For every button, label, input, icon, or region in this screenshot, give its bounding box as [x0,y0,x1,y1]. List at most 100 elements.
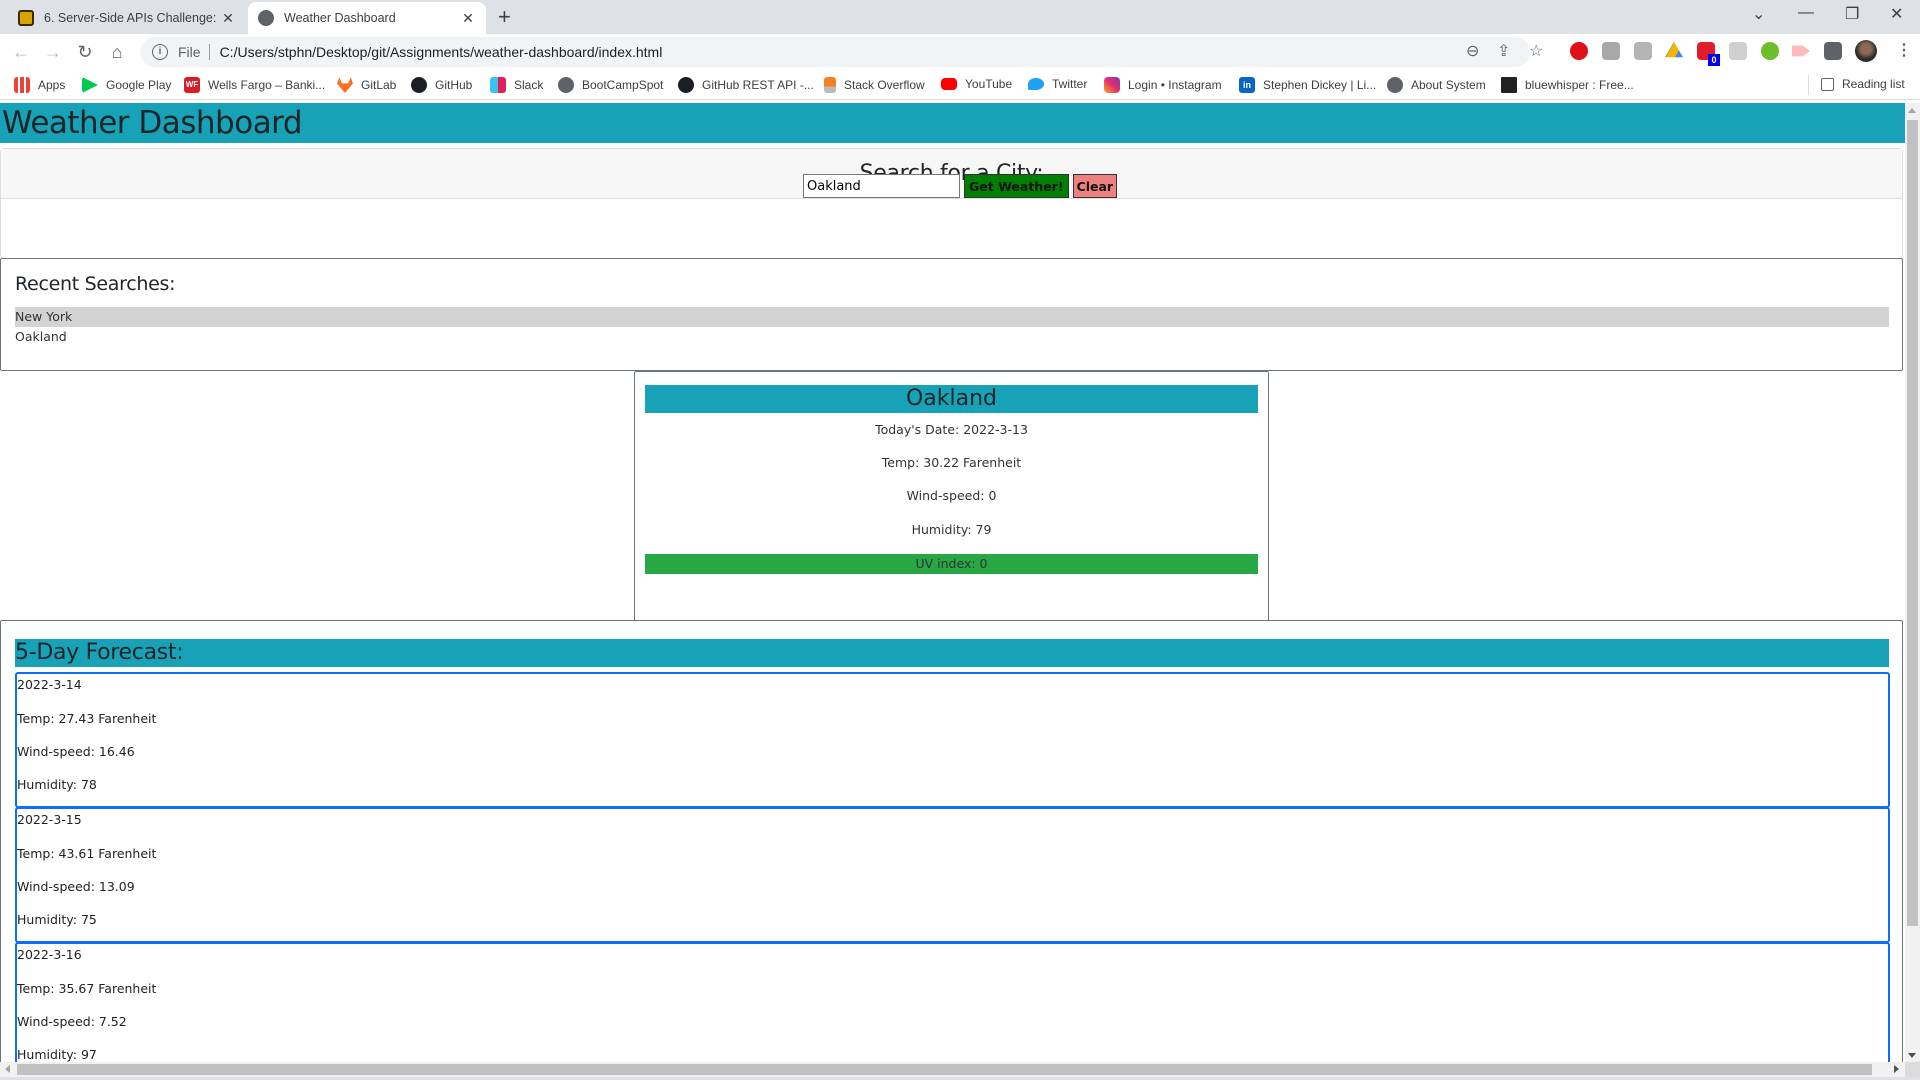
url-text[interactable]: C:/Users/stphn/Desktop/git/Assignments/w… [220,44,663,60]
current-weather-card: Oakland Today's Date: 2022-3-13 Temp: 30… [634,371,1269,621]
bookmark-linkedin[interactable]: in Stephen Dickey | Li... [1239,77,1376,93]
scroll-right-arrow-icon[interactable] [1894,1065,1899,1073]
close-window-button[interactable]: ✕ [1890,4,1903,24]
horizontal-scrollbar[interactable] [0,1062,1905,1077]
bookmark-label: GitLab [361,78,397,92]
vertical-scroll-thumb[interactable] [1907,120,1918,926]
forecast-temp: Temp: 27.43 Farenheit [17,711,157,726]
forecast-date: 2022-3-14 [17,677,82,692]
tab-title: 6. Server-Side APIs Challenge: We [44,11,220,25]
forecast-temp: Temp: 43.61 Farenheit [17,846,157,861]
restore-button[interactable]: ❐ [1845,4,1859,24]
tab-challenge[interactable]: 6. Server-Side APIs Challenge: We ✕ [8,2,246,34]
bookmark-label: Login • Instagram [1128,78,1222,92]
bookmark-label: Apps [38,78,66,92]
adblock-extension-icon[interactable] [1570,42,1588,60]
bookmark-apps[interactable]: Apps [14,77,65,93]
horizontal-scroll-thumb[interactable] [17,1064,1872,1075]
forecast-heading: 5-Day Forecast: [15,639,1889,667]
translate-extension-icon[interactable] [1602,42,1620,60]
search-card: Search for a City: [0,148,1903,259]
wells-fargo-icon: WF [184,77,200,93]
new-tab-button[interactable]: + [498,4,511,30]
reading-list-label: Reading list [1842,77,1905,91]
bookmark-instagram[interactable]: Login • Instagram [1104,77,1222,93]
globe-icon [558,77,574,93]
recent-searches-panel: Recent Searches: New York Oakland [0,258,1903,371]
chrome-menu-icon[interactable]: ⋮ [1896,40,1912,60]
scrollbar-corner [1905,1062,1920,1077]
tab-weather-dashboard[interactable]: Weather Dashboard ✕ [248,2,486,34]
site-header: Weather Dashboard [0,103,1905,143]
linkedin-icon: in [1239,77,1255,93]
tab-title: Weather Dashboard [284,11,396,25]
bookmark-stack-overflow[interactable]: Stack Overflow [824,77,925,93]
forecast-day-card: 2022-3-16 Temp: 35.67 Farenheit Wind-spe… [15,942,1890,1062]
gitlab-icon [337,77,353,93]
recent-search-item[interactable]: New York [15,307,1889,327]
bookmark-label: GitHub REST API -... [702,78,814,92]
zoom-out-icon[interactable]: ⊖ [1466,41,1479,61]
bookmark-bootcampspot[interactable]: BootCampSpot [558,77,663,93]
home-button[interactable]: ⌂ [105,40,129,64]
forecast-humidity: Humidity: 78 [17,777,97,792]
scroll-down-arrow-icon[interactable] [1908,1053,1916,1058]
url-scheme: File [178,44,210,60]
bookmark-about-system[interactable]: About System [1387,77,1486,93]
bookmark-github[interactable]: GitHub [411,77,472,93]
share-icon[interactable]: ⇪ [1497,41,1510,61]
archive-icon [1501,77,1517,93]
page-viewport: Weather Dashboard Search for a City: Get… [0,103,1905,1062]
reload-button[interactable]: ↻ [73,40,97,64]
browser-toolbar: ← → ↻ ⌂ i File C:/Users/stphn/Desktop/gi… [0,34,1920,70]
close-tab-icon[interactable]: ✕ [220,10,236,27]
close-tab-icon[interactable]: ✕ [460,10,476,27]
info-icon[interactable]: i [152,44,168,60]
actions-extension-icon[interactable] [1729,42,1747,60]
search-form: Get Weather! Clear [803,174,1118,198]
address-bar[interactable]: i File C:/Users/stphn/Desktop/git/Assign… [140,37,1530,67]
bookmark-bluewhisper[interactable]: bluewhisper : Free... [1501,77,1634,93]
bookmarks-divider [1808,75,1809,95]
google-drive-extension-icon[interactable] [1665,42,1683,58]
bookmark-gitlab[interactable]: GitLab [337,77,396,93]
bookmark-youtube[interactable]: YouTube [941,77,1012,91]
forecast-temp: Temp: 35.67 Farenheit [17,981,157,996]
profile-avatar[interactable] [1855,40,1877,62]
bookmark-slack[interactable]: Slack [490,77,543,93]
extension-badge: 0 [1708,54,1720,66]
tab-search-chevron-icon[interactable]: ⌄ [1752,4,1765,24]
bookmark-github-rest-api[interactable]: GitHub REST API -... [678,77,814,93]
hypothesis-extension-icon[interactable] [1634,42,1652,60]
bookmark-label: Stephen Dickey | Li... [1263,78,1377,92]
current-humidity: Humidity: 79 [911,522,992,537]
youtube-icon [941,78,957,90]
screencast-extension-icon[interactable] [1792,45,1810,57]
forecast-day-card: 2022-3-14 Temp: 27.43 Farenheit Wind-spe… [15,672,1890,808]
scroll-up-arrow-icon[interactable] [1908,108,1916,113]
get-weather-button[interactable]: Get Weather! [964,174,1069,198]
grammarly-extension-icon[interactable] [1761,42,1779,60]
recent-search-item[interactable]: Oakland [15,327,1889,347]
bookmark-label: About System [1411,78,1486,92]
scroll-left-arrow-icon[interactable] [5,1065,10,1073]
back-button[interactable]: ← [9,40,33,64]
forward-button[interactable]: → [41,40,65,64]
bookmark-label: bluewhisper : Free... [1525,78,1634,92]
minimize-button[interactable]: — [1798,4,1814,22]
bookmark-label: Slack [514,78,544,92]
vertical-scrollbar[interactable] [1905,103,1920,1062]
clear-button[interactable]: Clear [1072,174,1118,198]
city-search-input[interactable] [803,174,960,198]
bookmark-star-icon[interactable]: ☆ [1529,41,1543,61]
current-date: Today's Date: 2022-3-13 [875,422,1028,437]
bookmark-twitter[interactable]: Twitter [1028,77,1087,91]
bootcamp-favicon-icon [18,10,34,26]
reading-list-button[interactable]: Reading list [1821,77,1905,91]
forecast-wind: Wind-speed: 7.52 [17,1014,127,1029]
extensions-puzzle-icon[interactable] [1824,42,1842,60]
forecast-wind: Wind-speed: 16.46 [17,744,135,759]
bookmark-wells-fargo[interactable]: WF Wells Fargo – Banki... [184,77,325,93]
bookmark-google-play[interactable]: Google Play [82,77,171,93]
globe-icon [1387,77,1403,93]
